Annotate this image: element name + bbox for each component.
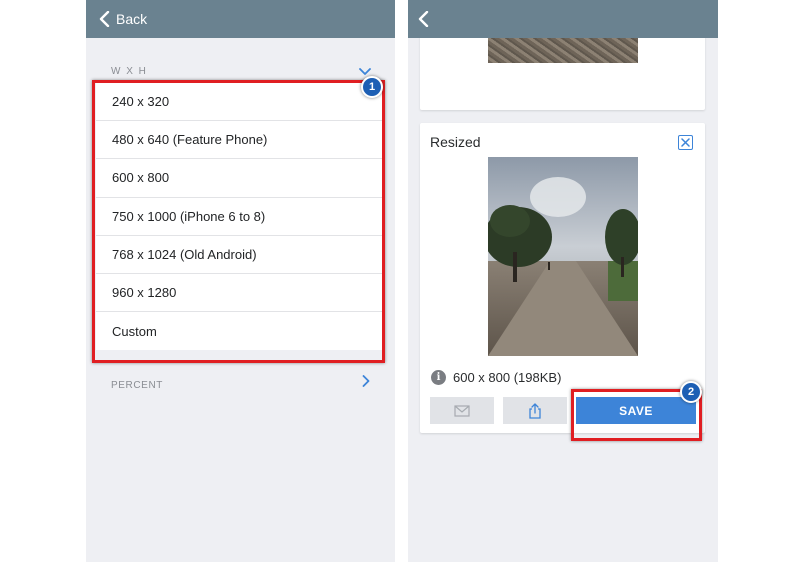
navigation-bar: Back	[86, 0, 395, 38]
step-1-badge: 1	[361, 76, 383, 98]
step-2-badge: 2	[680, 381, 702, 403]
image-info-text: 600 x 800 (198KB)	[453, 370, 562, 385]
tutorial-stage: Back W X H 240 x 320 480 x 640 (Feature …	[0, 0, 800, 562]
back-button-label[interactable]: Back	[116, 11, 147, 27]
percent-section-header[interactable]: PERCENT	[111, 380, 163, 391]
resized-photo	[488, 157, 638, 356]
highlight-size-options	[92, 80, 385, 363]
close-box-icon[interactable]	[678, 135, 693, 150]
resized-card-title: Resized	[430, 134, 481, 150]
chevron-left-icon[interactable]	[94, 8, 116, 30]
image-info-row: i 600 x 800 (198KB)	[431, 370, 561, 385]
info-icon: i	[431, 370, 446, 385]
chevron-right-icon[interactable]	[362, 374, 370, 392]
share-button[interactable]	[503, 397, 567, 424]
mail-icon	[454, 404, 470, 417]
mail-button[interactable]	[430, 397, 494, 424]
chevron-left-icon[interactable]	[413, 8, 435, 30]
right-phone-screen: Resized i 600 x 800 (198KB) SAVE	[408, 0, 718, 562]
original-image-card	[420, 30, 705, 110]
resized-image-card: Resized i 600 x 800 (198KB) SAVE	[420, 123, 705, 433]
navigation-bar	[408, 0, 718, 38]
wxh-section-header: W X H	[111, 66, 148, 77]
share-icon	[528, 402, 542, 419]
